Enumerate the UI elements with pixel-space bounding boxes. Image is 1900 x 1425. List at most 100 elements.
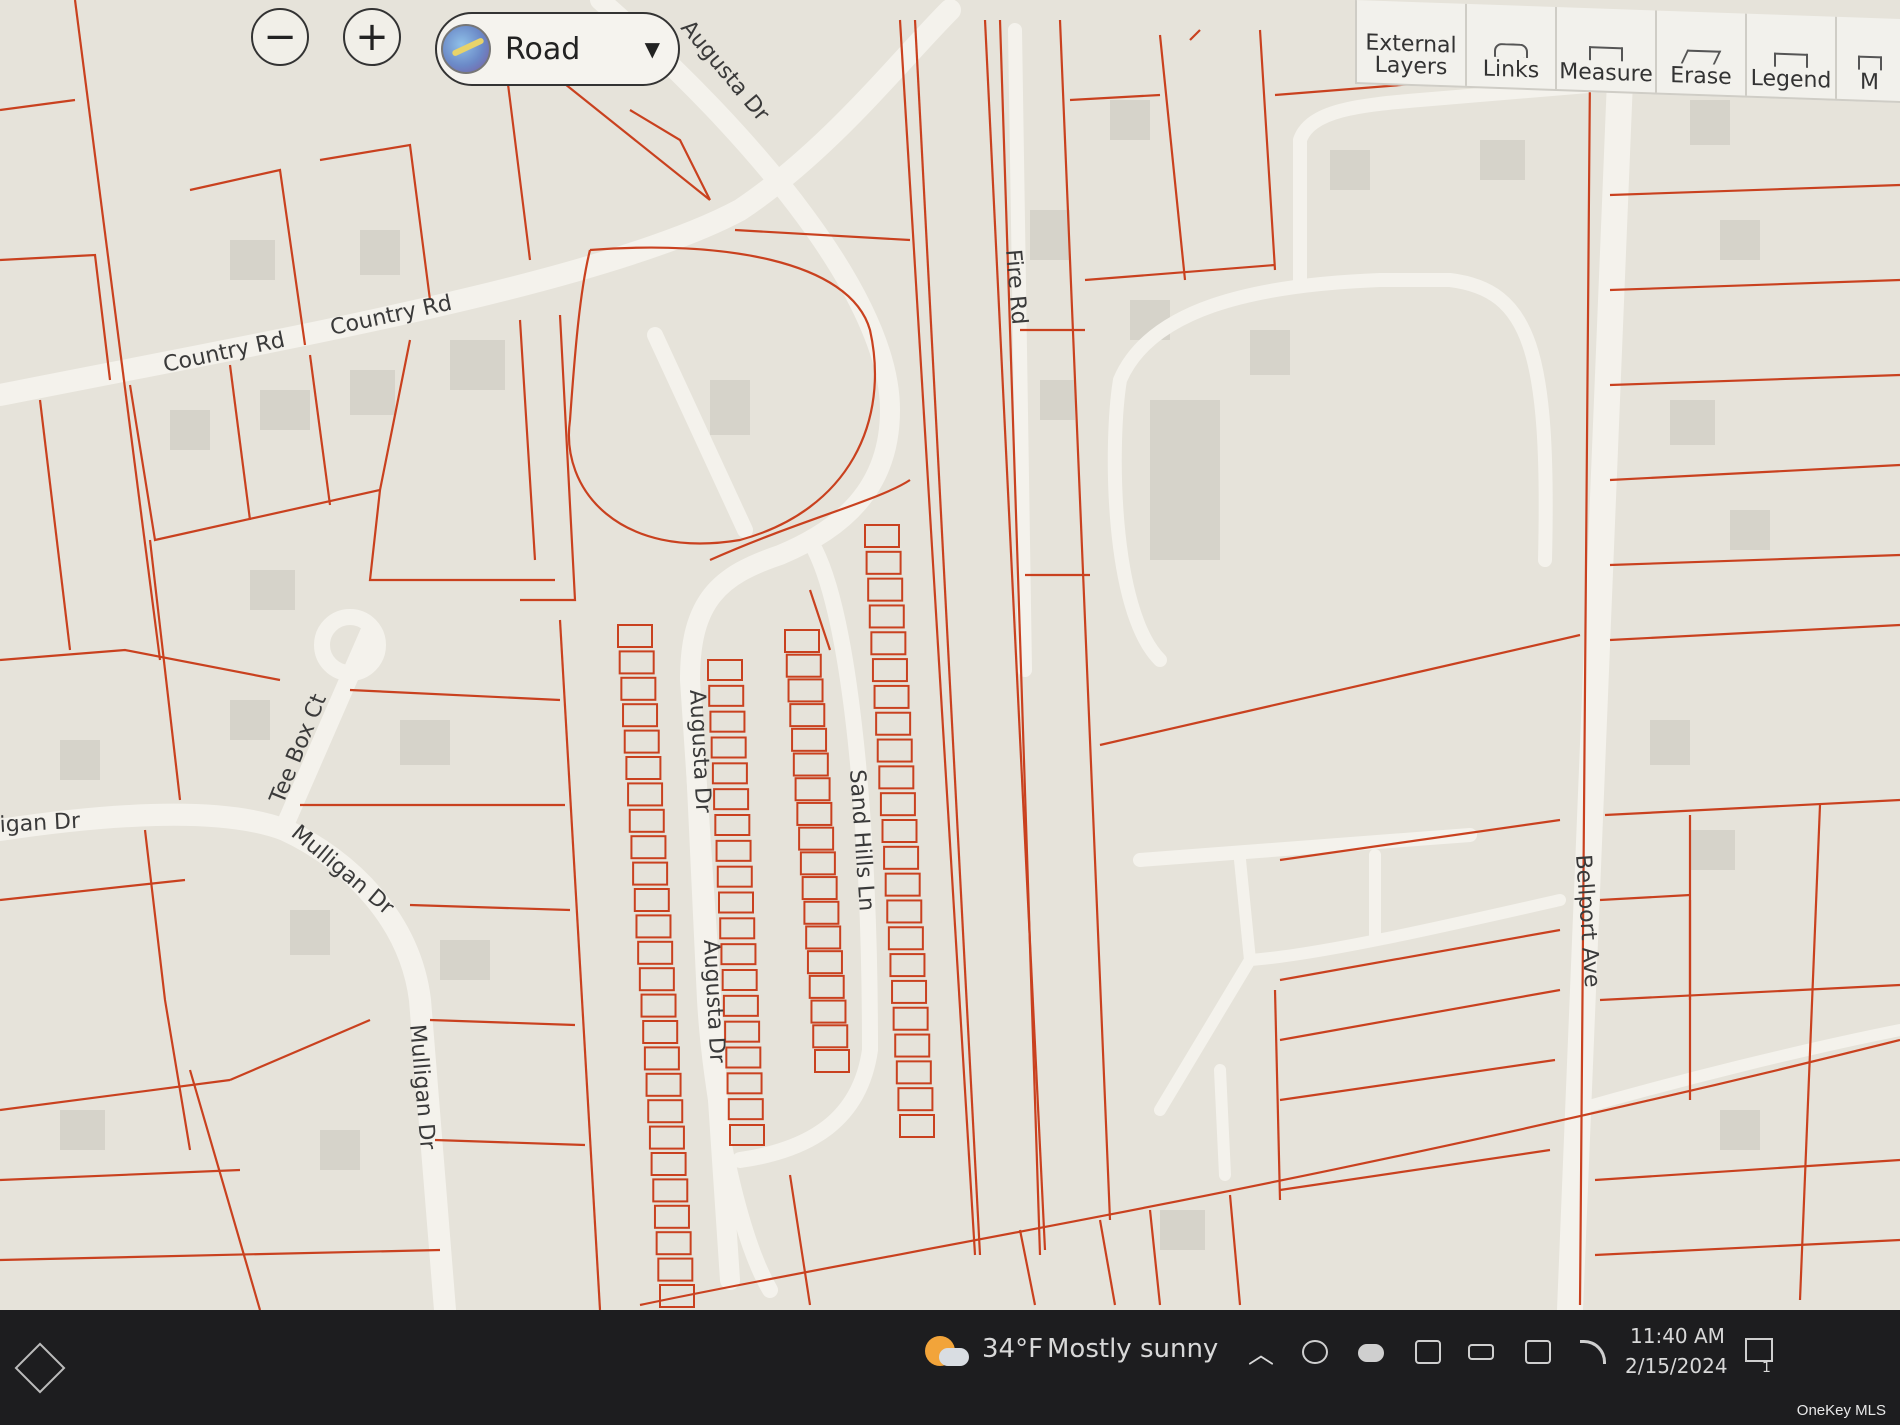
minus-icon: − — [263, 14, 297, 60]
unit-lot — [720, 943, 757, 966]
unit-lot — [873, 684, 910, 709]
unit-lot — [801, 876, 838, 901]
unit-lot — [891, 979, 928, 1004]
unit-lot — [803, 900, 840, 925]
pen-icon[interactable] — [1415, 1340, 1441, 1364]
unit-lot — [645, 1072, 682, 1097]
unit-lot — [784, 629, 820, 653]
record-icon[interactable] — [1302, 1340, 1328, 1364]
notification-icon[interactable] — [1745, 1338, 1773, 1362]
unit-lot — [808, 974, 845, 999]
erase-label: Erase — [1670, 63, 1732, 91]
battery-icon[interactable] — [1468, 1344, 1494, 1360]
map-screen: Augusta Dr Country Rd Country Rd Fire Rd… — [0, 0, 1900, 1310]
unit-lot — [622, 703, 659, 728]
links-button[interactable]: Links — [1467, 3, 1557, 90]
unit-lot — [650, 1152, 687, 1176]
unit-lot — [798, 826, 835, 851]
notification-count: 1 — [1762, 1360, 1771, 1376]
wifi-icon[interactable] — [1580, 1340, 1606, 1364]
camera-icon[interactable] — [1525, 1340, 1551, 1364]
cloud-icon[interactable] — [1358, 1344, 1384, 1362]
unit-lot — [796, 801, 833, 826]
unit-lot — [884, 872, 921, 897]
unit-lot — [635, 914, 672, 939]
unit-lot — [886, 899, 923, 924]
unit-lot — [716, 865, 753, 888]
zoom-in-button[interactable]: + — [343, 8, 401, 66]
unit-lot — [623, 729, 660, 754]
links-label: Links — [1482, 56, 1540, 84]
measure-label: Measure — [1559, 59, 1653, 88]
unit-lot — [785, 653, 822, 678]
unit-lot — [653, 1204, 690, 1229]
unit-lot — [722, 994, 759, 1017]
weather-temperature[interactable]: 34°F — [982, 1334, 1043, 1364]
unit-lot — [709, 710, 746, 733]
unit-lot — [899, 1114, 935, 1138]
unit-lot — [871, 658, 908, 683]
unit-lot — [718, 891, 754, 914]
label-mulligan-dr-west: igan Dr — [0, 809, 82, 838]
legend-button[interactable]: Legend — [1747, 13, 1837, 99]
unit-lots — [617, 524, 935, 1308]
more-label: M — [1860, 69, 1879, 96]
unit-lot — [812, 1024, 849, 1049]
unit-lot — [715, 839, 752, 862]
legend-label: Legend — [1750, 65, 1832, 94]
zoom-out-button[interactable]: − — [251, 8, 309, 66]
clock-time[interactable]: 11:40 AM — [1630, 1324, 1725, 1348]
legend-icon — [1774, 52, 1808, 68]
unit-lot — [708, 684, 745, 707]
eraser-icon — [1680, 49, 1722, 65]
unit-lot — [865, 550, 902, 575]
erase-button[interactable]: Erase — [1657, 10, 1747, 96]
globe-icon — [441, 24, 491, 74]
unit-lot — [881, 819, 918, 843]
task-view-icon[interactable] — [14, 1342, 66, 1394]
more-button[interactable]: M — [1837, 17, 1900, 101]
taskbar: 34°F Mostly sunny ︿ 11:40 AM 2/15/2024 1… — [0, 1310, 1900, 1425]
unit-lot — [729, 1124, 765, 1146]
unit-lot — [657, 1257, 694, 1282]
unit-lot — [625, 756, 662, 780]
parcel-map[interactable]: Augusta Dr Country Rd Country Rd Fire Rd… — [0, 0, 1900, 1310]
measure-button[interactable]: Measure — [1557, 7, 1657, 93]
label-sand-hills-ln: Sand Hills Ln — [844, 769, 879, 912]
unit-lot — [897, 1087, 934, 1112]
chevron-down-icon: ▼ — [644, 37, 660, 61]
unit-lot — [655, 1231, 692, 1256]
unit-lot — [806, 950, 843, 975]
basemap-select[interactable]: Road ▼ — [435, 12, 680, 86]
unit-lot — [867, 577, 904, 602]
unit-lot — [638, 967, 675, 992]
unit-lot — [620, 676, 657, 701]
unit-lot — [875, 711, 912, 736]
unit-lot — [876, 738, 913, 763]
external-layers-button[interactable]: External Layers — [1357, 0, 1467, 86]
chevron-up-icon[interactable]: ︿ — [1248, 1334, 1274, 1371]
clock-date[interactable]: 2/15/2024 — [1625, 1354, 1728, 1378]
unit-lot — [868, 604, 905, 629]
unit-lot — [647, 1099, 684, 1124]
watermark-text: OneKey MLS — [1796, 1402, 1886, 1419]
unit-lot — [727, 1098, 764, 1121]
unit-lot — [892, 1006, 929, 1031]
unit-lot — [889, 953, 926, 978]
unit-lot — [710, 736, 747, 759]
weather-icon[interactable] — [925, 1332, 969, 1370]
unit-lot — [713, 788, 750, 811]
unit-lot — [895, 1060, 932, 1085]
more-icon — [1857, 55, 1882, 71]
unit-lot — [792, 752, 829, 777]
unit-lot — [643, 1046, 680, 1071]
unit-lot — [719, 917, 756, 940]
unit-lot — [894, 1033, 931, 1058]
unit-lot — [814, 1049, 850, 1073]
unit-lot — [864, 524, 900, 548]
label-fire-rd: Fire Rd — [1000, 248, 1031, 325]
label-mulligan-dr-curve: Mulligan Dr — [286, 820, 399, 921]
unit-lot — [887, 926, 924, 951]
weather-condition[interactable]: Mostly sunny — [1047, 1334, 1218, 1364]
unit-lot — [632, 861, 669, 886]
